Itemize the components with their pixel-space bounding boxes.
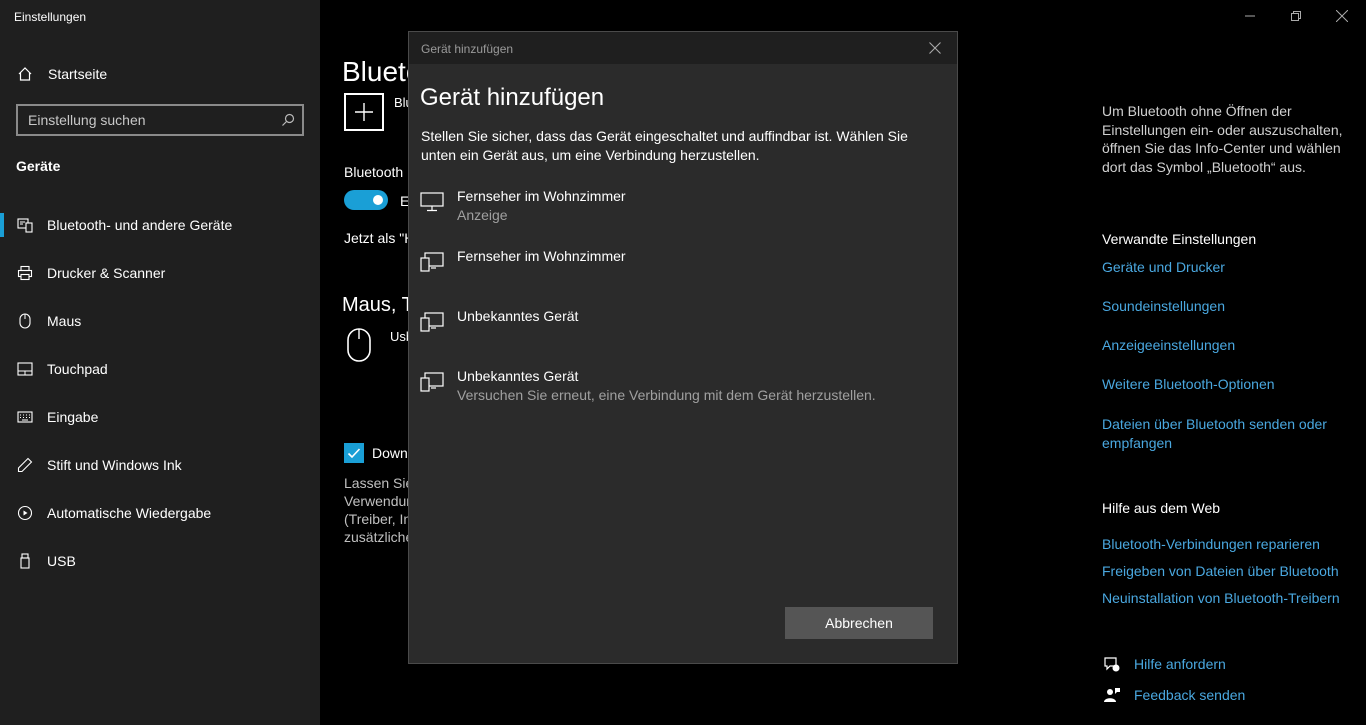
download-description: Lassen Sie Verwendun (Treiber, In zusätz… bbox=[344, 474, 414, 546]
sidebar-item-mouse[interactable]: Maus bbox=[0, 297, 320, 345]
sidebar-item-touchpad[interactable]: Touchpad bbox=[0, 345, 320, 393]
desc-line: (Treiber, In bbox=[344, 511, 412, 527]
desc-line: Lassen Sie bbox=[344, 475, 414, 491]
sidebar-item-bluetooth[interactable]: Bluetooth- und andere Geräte bbox=[0, 201, 320, 249]
bluetooth-label: Bluetooth bbox=[344, 164, 404, 180]
maximize-button[interactable] bbox=[1286, 6, 1306, 26]
monitor-icon bbox=[419, 189, 445, 215]
device-name: Fernseher im Wohnzimmer bbox=[457, 248, 626, 264]
sidebar-item-label: Stift und Windows Ink bbox=[47, 457, 182, 473]
mouse-section-heading: Maus, T bbox=[342, 294, 414, 316]
bluetooth-devices-icon bbox=[16, 216, 34, 234]
search-box[interactable] bbox=[16, 104, 304, 136]
sidebar-item-home[interactable]: Startseite bbox=[16, 62, 107, 86]
bluetooth-help-text: Um Bluetooth ohne Öffnen der Einstellung… bbox=[1102, 103, 1343, 175]
sidebar-item-autoplay[interactable]: Automatische Wiedergabe bbox=[0, 489, 320, 537]
minimize-button[interactable] bbox=[1240, 6, 1260, 26]
sidebar-nav: Bluetooth- und andere Geräte Drucker & S… bbox=[0, 201, 320, 585]
link-display-settings[interactable]: Anzeigeeinstellungen bbox=[1102, 336, 1352, 355]
dialog-heading: Gerät hinzufügen bbox=[420, 84, 605, 111]
link-repair-bluetooth[interactable]: Bluetooth-Verbindungen reparieren bbox=[1102, 535, 1352, 554]
devices-icon bbox=[419, 369, 445, 395]
section-title: Geräte bbox=[16, 158, 61, 174]
sidebar-home-label: Startseite bbox=[48, 66, 108, 82]
device-name: Fernseher im Wohnzimmer bbox=[457, 188, 626, 204]
touchpad-icon bbox=[16, 360, 34, 378]
sidebar-item-label: Bluetooth- und andere Geräte bbox=[47, 217, 233, 233]
devices-icon bbox=[419, 309, 445, 335]
link-devices-printers[interactable]: Geräte und Drucker bbox=[1102, 258, 1352, 277]
feedback-icon bbox=[1102, 685, 1122, 705]
printer-icon bbox=[16, 264, 34, 282]
search-input[interactable] bbox=[18, 112, 274, 128]
device-status: Versuchen Sie erneut, eine Verbindung mi… bbox=[457, 387, 876, 403]
dialog-titlebar: Gerät hinzufügen bbox=[409, 32, 957, 64]
device-name: Unbekanntes Gerät bbox=[457, 368, 579, 384]
mouse-device-icon[interactable] bbox=[346, 328, 372, 362]
desc-line: Verwendun bbox=[344, 493, 414, 509]
related-settings-heading: Verwandte Einstellungen bbox=[1102, 231, 1257, 247]
add-device-button[interactable] bbox=[344, 93, 384, 131]
device-item[interactable]: Unbekanntes Gerät Versuchen Sie erneut, … bbox=[409, 360, 957, 420]
devices-icon bbox=[419, 249, 445, 275]
link-share-files-bluetooth[interactable]: Freigeben von Dateien über Bluetooth bbox=[1102, 562, 1352, 581]
sidebar-item-typing[interactable]: Eingabe bbox=[0, 393, 320, 441]
get-help-link[interactable]: Hilfe anfordern bbox=[1102, 654, 1226, 674]
get-help-label: Hilfe anfordern bbox=[1134, 656, 1226, 672]
dialog-close-button[interactable] bbox=[927, 40, 943, 56]
sidebar-item-label: Maus bbox=[47, 313, 82, 329]
device-type: Anzeige bbox=[457, 207, 508, 223]
device-name: Unbekanntes Gerät bbox=[457, 308, 579, 324]
send-feedback-label: Feedback senden bbox=[1134, 687, 1246, 703]
close-icon bbox=[929, 42, 941, 54]
link-more-bluetooth-options[interactable]: Weitere Bluetooth-Optionen bbox=[1102, 375, 1352, 394]
sidebar-item-label: Touchpad bbox=[47, 361, 108, 377]
web-help-heading: Hilfe aus dem Web bbox=[1102, 500, 1221, 516]
search-icon[interactable] bbox=[274, 106, 302, 134]
add-device-dialog: Gerät hinzufügen Gerät hinzufügen Stelle… bbox=[408, 31, 958, 664]
sidebar-item-label: Automatische Wiedergabe bbox=[47, 505, 212, 521]
device-item[interactable]: Fernseher im Wohnzimmer bbox=[409, 240, 957, 300]
app-title: Einstellungen bbox=[14, 10, 87, 24]
download-checkbox-label: Down bbox=[372, 445, 408, 461]
mouse-icon bbox=[16, 312, 34, 330]
device-list: Fernseher im Wohnzimmer Anzeige Fernsehe… bbox=[409, 180, 957, 420]
keyboard-icon bbox=[16, 408, 34, 426]
device-item[interactable]: Unbekanntes Gerät bbox=[409, 300, 957, 360]
link-send-files-bluetooth[interactable]: Dateien über Bluetooth senden oder empfa… bbox=[1102, 415, 1352, 452]
sidebar-item-usb[interactable]: USB bbox=[0, 537, 320, 585]
dialog-description: Stellen Sie sicher, dass das Gerät einge… bbox=[421, 128, 908, 163]
sidebar-item-label: USB bbox=[47, 553, 76, 569]
visible-as-text: Jetzt als "H bbox=[344, 230, 415, 246]
usb-icon bbox=[16, 552, 34, 570]
sidebar-item-label: Eingabe bbox=[47, 409, 99, 425]
desc-line: zusätzliche bbox=[344, 529, 414, 545]
sidebar-item-pen[interactable]: Stift und Windows Ink bbox=[0, 441, 320, 489]
link-sound-settings[interactable]: Soundeinstellungen bbox=[1102, 297, 1352, 316]
sidebar-item-label: Drucker & Scanner bbox=[47, 265, 166, 281]
download-checkbox[interactable] bbox=[344, 443, 364, 463]
sidebar: Einstellungen Startseite Geräte Bluetoot… bbox=[0, 0, 320, 725]
close-window-button[interactable] bbox=[1332, 6, 1352, 26]
device-item[interactable]: Fernseher im Wohnzimmer Anzeige bbox=[409, 180, 957, 240]
bluetooth-toggle[interactable] bbox=[344, 190, 388, 210]
send-feedback-link[interactable]: Feedback senden bbox=[1102, 685, 1245, 705]
link-reinstall-drivers[interactable]: Neuinstallation von Bluetooth-Treibern bbox=[1102, 589, 1352, 608]
autoplay-icon bbox=[16, 504, 34, 522]
home-icon bbox=[16, 65, 34, 83]
sidebar-item-printers[interactable]: Drucker & Scanner bbox=[0, 249, 320, 297]
pen-icon bbox=[16, 456, 34, 474]
help-chat-icon bbox=[1102, 654, 1122, 674]
dialog-titlebar-text: Gerät hinzufügen bbox=[421, 42, 514, 56]
cancel-button[interactable]: Abbrechen bbox=[785, 607, 933, 639]
